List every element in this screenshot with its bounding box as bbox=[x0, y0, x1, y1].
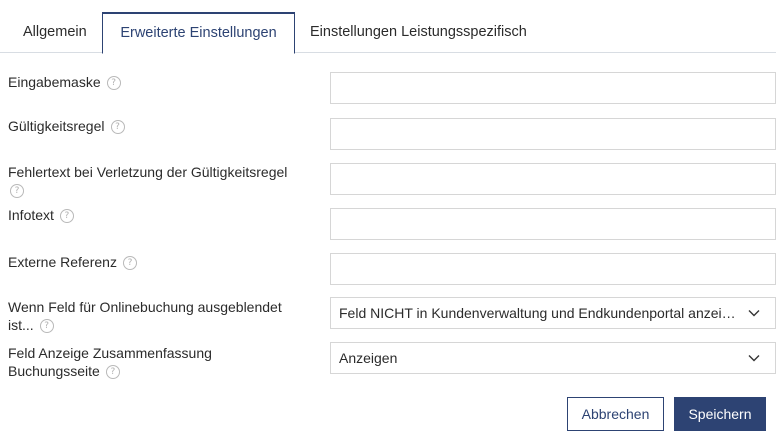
chevron-down-icon bbox=[748, 310, 760, 317]
cancel-button[interactable]: Abbrechen bbox=[567, 397, 664, 431]
ausgeblendet-label-line1: Wenn Feld für Onlinebuchung ausgeblendet bbox=[8, 299, 282, 315]
fehlertext-input[interactable] bbox=[330, 163, 776, 195]
ausgeblendet-label-line2: ist... bbox=[8, 317, 34, 333]
save-button[interactable]: Speichern bbox=[674, 397, 766, 431]
chevron-down-icon bbox=[748, 355, 760, 362]
help-icon[interactable]: ? bbox=[105, 365, 120, 379]
externe-referenz-input[interactable] bbox=[330, 253, 776, 285]
help-icon[interactable]: ? bbox=[106, 76, 121, 90]
fehlertext-label-text: Fehlertext bei Verletzung der Gültigkeit… bbox=[8, 164, 288, 180]
gueltigkeitsregel-label: Gültigkeitsregel? bbox=[8, 117, 125, 135]
help-icon[interactable]: ? bbox=[110, 120, 125, 134]
ausgeblendet-select[interactable]: Feld NICHT in Kundenverwaltung und Endku… bbox=[330, 297, 776, 329]
zusammenfassung-label: Feld Anzeige Zusammenfassung Buchungsseit… bbox=[8, 344, 212, 380]
tab-bar: Allgemein Erweiterte Einstellungen Einst… bbox=[0, 0, 776, 54]
tab-einstellungen-leistungsspezifisch[interactable]: Einstellungen Leistungsspezifisch bbox=[310, 12, 527, 53]
zusammenfassung-select[interactable]: Anzeigen bbox=[330, 342, 776, 374]
fehlertext-label: Fehlertext bei Verletzung der Gültigkeit… bbox=[8, 163, 287, 199]
infotext-label-text: Infotext bbox=[8, 207, 54, 223]
tab-erweiterte-einstellungen[interactable]: Erweiterte Einstellungen bbox=[102, 12, 295, 54]
zusammenfassung-label-line1: Feld Anzeige Zusammenfassung bbox=[8, 345, 212, 361]
zusammenfassung-label-line2: Buchungsseite bbox=[8, 363, 100, 379]
gueltigkeitsregel-input[interactable] bbox=[330, 118, 776, 150]
eingabemaske-input[interactable] bbox=[330, 72, 776, 104]
infotext-input[interactable] bbox=[330, 208, 776, 240]
tab-allgemein[interactable]: Allgemein bbox=[23, 12, 87, 53]
externe-referenz-label: Externe Referenz? bbox=[8, 253, 137, 271]
gueltigkeitsregel-label-text: Gültigkeitsregel bbox=[8, 118, 105, 134]
eingabemaske-label: Eingabemaske? bbox=[8, 73, 121, 91]
ausgeblendet-select-value: Feld NICHT in Kundenverwaltung und Endku… bbox=[339, 305, 746, 321]
zusammenfassung-select-value: Anzeigen bbox=[339, 350, 398, 366]
help-icon[interactable]: ? bbox=[59, 209, 74, 223]
ausgeblendet-label: Wenn Feld für Onlinebuchung ausgeblendet… bbox=[8, 298, 282, 334]
externe-referenz-label-text: Externe Referenz bbox=[8, 254, 117, 270]
help-icon[interactable]: ? bbox=[10, 184, 24, 198]
infotext-label: Infotext? bbox=[8, 206, 74, 224]
help-icon[interactable]: ? bbox=[122, 256, 137, 270]
eingabemaske-label-text: Eingabemaske bbox=[8, 74, 101, 90]
help-icon[interactable]: ? bbox=[39, 319, 54, 333]
